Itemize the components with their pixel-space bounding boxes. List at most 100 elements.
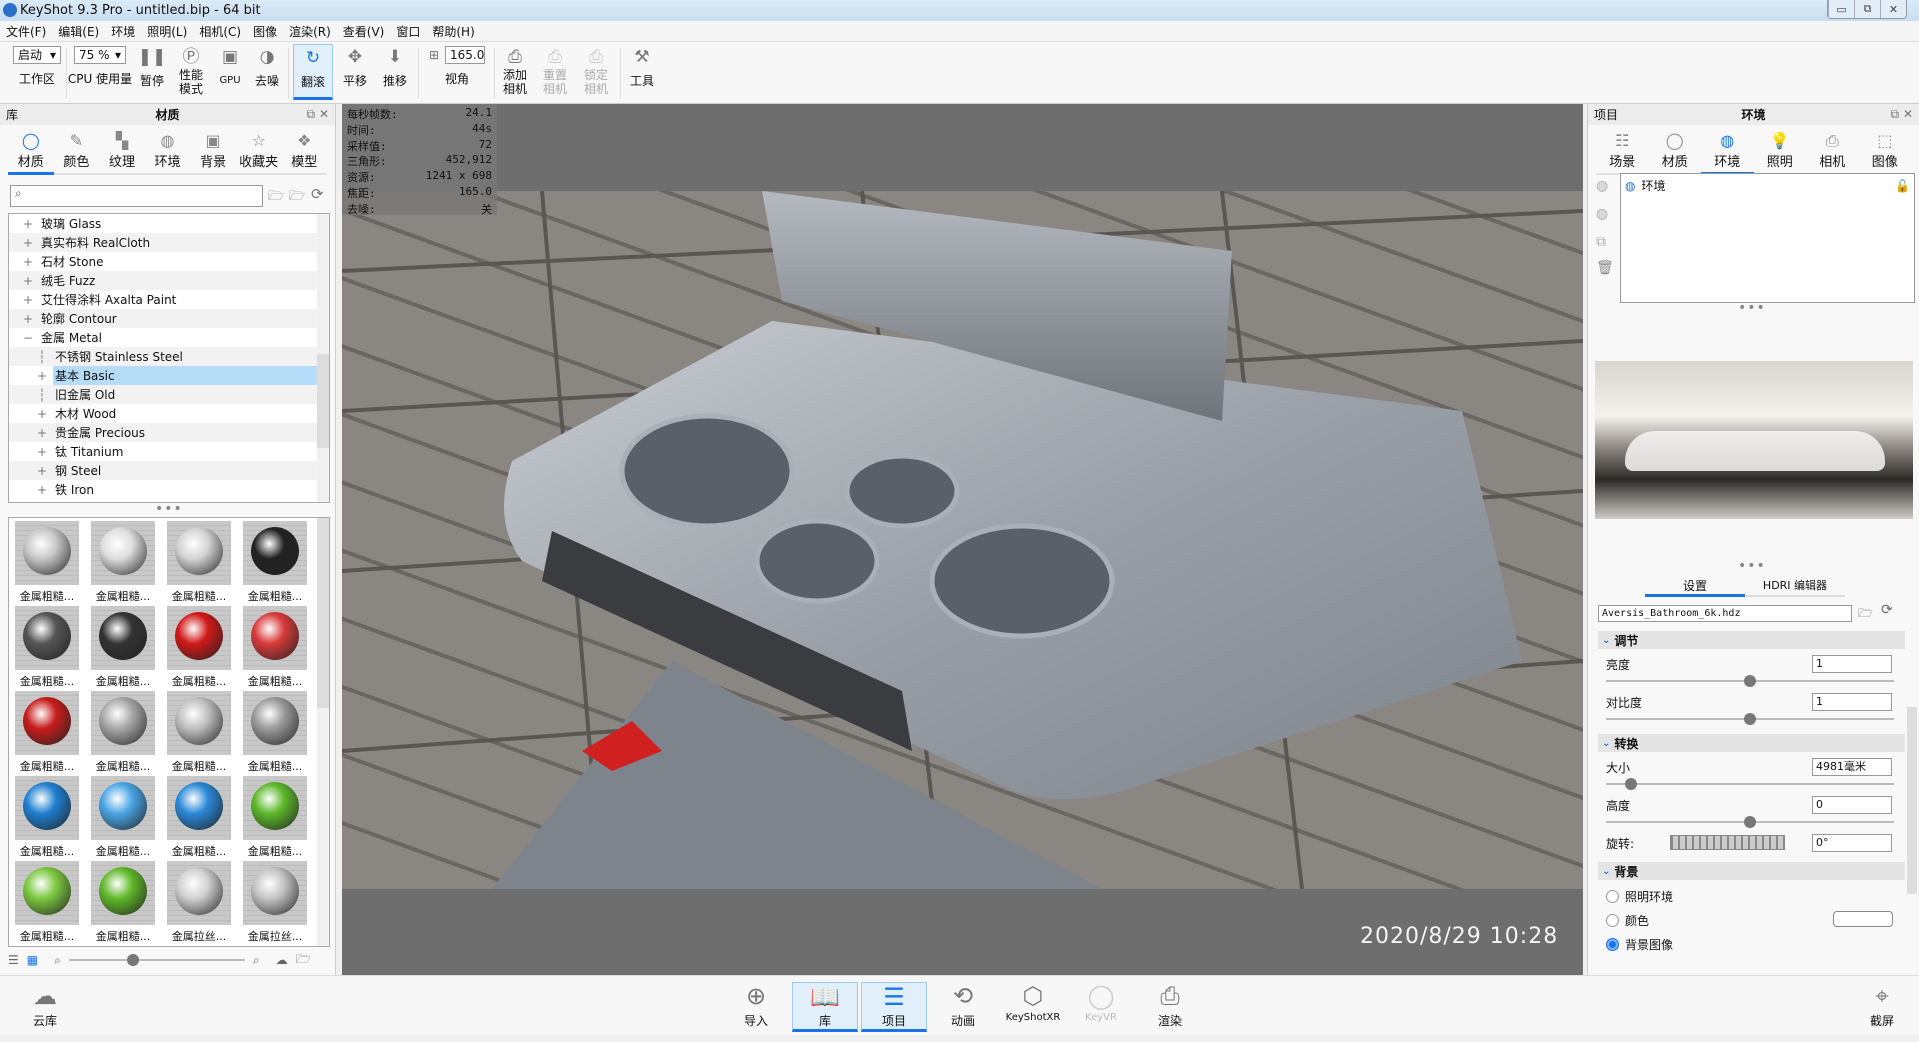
menu-camera[interactable]: 相机(C) bbox=[193, 23, 247, 40]
expand-icon[interactable]: + bbox=[21, 236, 35, 250]
menu-view[interactable]: 查看(V) bbox=[337, 23, 391, 40]
tab-library-4[interactable]: ▣ 背景 bbox=[190, 131, 236, 173]
tab-project-0[interactable]: ☷ 场景 bbox=[1596, 131, 1649, 173]
minimize-button[interactable]: ▭ bbox=[1828, 0, 1854, 18]
menu-image[interactable]: 图像 bbox=[247, 23, 283, 40]
settings-scrollbar[interactable] bbox=[1907, 707, 1917, 894]
expand-icon[interactable]: + bbox=[35, 445, 49, 459]
material-thumbnail[interactable]: 金属粗糙... bbox=[167, 606, 231, 689]
slider-thumb[interactable] bbox=[1744, 713, 1756, 725]
fov-input[interactable]: 165.0 bbox=[445, 46, 486, 64]
tree-item[interactable]: + 艾仕得涂料 Axalta Paint bbox=[9, 290, 329, 309]
tab-library-2[interactable]: ▚ 纹理 bbox=[99, 131, 145, 173]
material-thumbnail[interactable]: 金属粗糙... bbox=[91, 521, 155, 604]
slider-thumb[interactable] bbox=[1744, 675, 1756, 687]
tree-item[interactable]: ┆ 旧金属 Old bbox=[9, 385, 329, 404]
tree-item[interactable]: + 真实布料 RealCloth bbox=[9, 233, 329, 252]
tree-item[interactable]: − 金属 Metal bbox=[9, 328, 329, 347]
refresh-icon[interactable]: ⟳ bbox=[1881, 602, 1893, 618]
brightness-input[interactable]: 1 bbox=[1812, 655, 1892, 673]
height-slider[interactable] bbox=[1606, 816, 1894, 828]
dolly-button[interactable]: ⬇ 推移 bbox=[380, 46, 410, 89]
contrast-slider[interactable] bbox=[1606, 713, 1894, 725]
cloud-library-button[interactable]: ☁ 云库 bbox=[12, 982, 78, 1032]
expand-icon[interactable]: + bbox=[21, 217, 35, 231]
collapse-icon[interactable]: − bbox=[21, 331, 35, 345]
expand-icon[interactable]: + bbox=[21, 312, 35, 326]
slider-thumb[interactable] bbox=[1625, 778, 1638, 790]
material-thumbnail[interactable]: 金属粗糙... bbox=[15, 606, 79, 689]
render-button[interactable]: ⎙ 渲染 bbox=[1137, 982, 1203, 1032]
menu-lighting[interactable]: 照明(L) bbox=[141, 23, 193, 40]
reset-camera-button[interactable]: ⎙ 重置 相机 bbox=[540, 46, 570, 97]
thumbnail-size-slider[interactable] bbox=[68, 954, 245, 966]
tree-item[interactable]: + 石材 Stone bbox=[9, 252, 329, 271]
tree-scrollbar[interactable] bbox=[317, 214, 329, 502]
splitter-handle[interactable]: ••• bbox=[155, 501, 183, 517]
section-adjust[interactable]: ⌄ 调节 bbox=[1598, 631, 1905, 649]
expand-icon[interactable]: + bbox=[21, 255, 35, 269]
workspace-dropdown[interactable]: 启动 ▾ bbox=[13, 46, 61, 64]
tumble-button[interactable]: ↻ 翻滚 bbox=[293, 44, 333, 100]
add-camera-button[interactable]: ⎙ 添加 相机 bbox=[500, 46, 530, 97]
background-color-swatch[interactable] bbox=[1833, 911, 1893, 927]
close-icon[interactable]: ✕ bbox=[319, 107, 329, 121]
hdri-file-input[interactable]: Aversis_Bathroom_6k.hdz bbox=[1598, 605, 1852, 622]
undock-icon[interactable]: ⧉ bbox=[1891, 107, 1900, 121]
section-transform[interactable]: ⌄ 转换 bbox=[1598, 734, 1905, 752]
menu-environment[interactable]: 环境 bbox=[105, 23, 141, 40]
tree-connector[interactable]: ┆ bbox=[35, 350, 49, 364]
refresh-icon[interactable]: ⟳ bbox=[311, 185, 324, 203]
tab-project-4[interactable]: ⎙ 相机 bbox=[1806, 131, 1859, 173]
tree-item[interactable]: + 绒毛 Fuzz bbox=[9, 271, 329, 290]
expand-icon[interactable]: + bbox=[35, 369, 49, 383]
add-environment-icon[interactable]: ◍ bbox=[1596, 206, 1608, 222]
globe-icon[interactable]: ◍ bbox=[1596, 178, 1608, 194]
tree-item[interactable]: ┆ 不锈钢 Stainless Steel bbox=[9, 347, 329, 366]
size-input[interactable]: 4981毫米 bbox=[1812, 758, 1892, 776]
list-view-icon[interactable]: ☰ bbox=[8, 953, 19, 967]
expand-icon[interactable]: + bbox=[21, 274, 35, 288]
material-thumbnail[interactable]: 金属粗糙... bbox=[91, 691, 155, 774]
expand-icon[interactable]: + bbox=[35, 464, 49, 478]
tab-project-2[interactable]: ◍ 环境 bbox=[1701, 131, 1754, 175]
tab-project-1[interactable]: ◯ 材质 bbox=[1649, 131, 1702, 173]
animation-button[interactable]: ⟲ 动画 bbox=[930, 982, 996, 1032]
tab-settings[interactable]: 设置 bbox=[1645, 577, 1745, 597]
library-search-input[interactable]: ⌕ bbox=[10, 185, 263, 207]
render-viewport[interactable]: 2020/8/29 10:28 每秒帧数: 24.1 时间: 44s 采样值: 72 三角形… bbox=[342, 104, 1583, 975]
menu-window[interactable]: 窗口 bbox=[390, 23, 426, 40]
material-thumbnail[interactable]: 金属拉丝... bbox=[243, 861, 307, 944]
expand-icon[interactable]: + bbox=[35, 407, 49, 421]
import-folder-icon[interactable]: 🗁 bbox=[289, 187, 305, 209]
section-background[interactable]: ⌄ 背景 bbox=[1598, 862, 1905, 880]
tree-item[interactable]: + 铁 Iron bbox=[9, 480, 329, 499]
cpu-usage-dropdown[interactable]: 75 % ▾ bbox=[74, 46, 126, 64]
tree-item[interactable]: + 基本 Basic bbox=[9, 366, 329, 385]
screenshot-button[interactable]: ⌖ 截屏 bbox=[1849, 982, 1915, 1032]
denoise-button[interactable]: ◑ 去噪 bbox=[252, 46, 282, 89]
menu-render[interactable]: 渲染(R) bbox=[283, 23, 337, 40]
project-toggle-button[interactable]: ☰ 项目 bbox=[861, 982, 927, 1032]
tab-library-3[interactable]: ◍ 环境 bbox=[145, 131, 191, 173]
close-icon[interactable]: ✕ bbox=[1903, 107, 1913, 121]
tab-project-3[interactable]: 💡 照明 bbox=[1754, 131, 1807, 173]
material-thumbnail[interactable]: 金属粗糙... bbox=[91, 861, 155, 944]
cloud-upload-icon[interactable]: ☁ bbox=[276, 953, 288, 967]
rotation-wheel[interactable] bbox=[1670, 835, 1785, 850]
size-slider[interactable] bbox=[1606, 778, 1894, 790]
pause-button[interactable]: ❚❚ 暂停 bbox=[137, 46, 167, 89]
tab-project-5[interactable]: ⬚ 图像 bbox=[1859, 131, 1912, 173]
material-thumbnail[interactable]: 金属粗糙... bbox=[15, 861, 79, 944]
trash-icon[interactable]: 🗑 bbox=[1596, 260, 1614, 276]
radio-button[interactable] bbox=[1606, 938, 1619, 951]
material-thumbnail[interactable]: 金属粗糙... bbox=[91, 776, 155, 859]
height-input[interactable]: 0 bbox=[1812, 796, 1892, 814]
library-toggle-button[interactable]: 📖 库 bbox=[792, 982, 858, 1032]
tree-item[interactable]: + 钢 Steel bbox=[9, 461, 329, 480]
material-thumbnail[interactable]: 金属粗糙... bbox=[243, 776, 307, 859]
duplicate-environment-icon[interactable]: ⧉ bbox=[1596, 234, 1606, 250]
splitter-handle[interactable]: ••• bbox=[1738, 300, 1766, 316]
material-thumbnail[interactable]: 金属粗糙... bbox=[243, 606, 307, 689]
rotation-input[interactable]: 0° bbox=[1812, 834, 1892, 852]
